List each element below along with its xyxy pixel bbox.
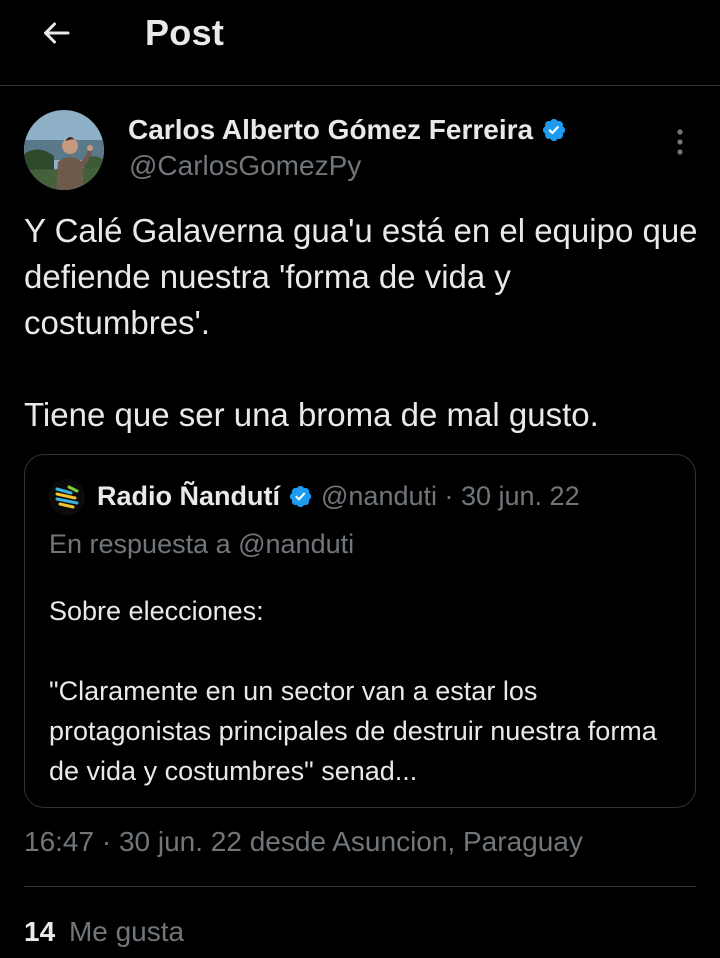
page-title: Post bbox=[145, 12, 225, 53]
tweet-timestamp[interactable]: 16:47 · 30 jun. 22 desde Asuncion, Parag… bbox=[24, 826, 583, 858]
quote-paragraph: "Claramente en un sector van a estar los… bbox=[49, 676, 657, 786]
author-handle[interactable]: @CarlosGomezPy bbox=[129, 150, 361, 182]
verified-badge-icon bbox=[289, 485, 312, 508]
likes-label: Me gusta bbox=[68, 916, 185, 947]
quote-text: Sobre elecciones: "Claramente en un sect… bbox=[49, 591, 679, 791]
back-button[interactable] bbox=[36, 13, 76, 53]
author-name[interactable]: Carlos Alberto Gómez Ferreira bbox=[128, 114, 567, 146]
top-bar: Post bbox=[0, 0, 720, 86]
arrow-left-icon bbox=[44, 22, 70, 44]
tweet-text: Y Calé Galaverna gua'u está en el equipo… bbox=[24, 208, 704, 438]
likes-stat[interactable]: 14 Me gusta bbox=[24, 916, 184, 948]
tweet-paragraph: Y Calé Galaverna gua'u está en el equipo… bbox=[24, 212, 698, 341]
divider bbox=[24, 886, 696, 887]
more-options-button[interactable] bbox=[664, 126, 696, 158]
quote-avatar bbox=[49, 479, 85, 515]
more-vertical-icon bbox=[677, 129, 683, 155]
quote-author-name: Radio Ñandutí bbox=[97, 481, 280, 511]
author-avatar[interactable] bbox=[24, 110, 104, 190]
quote-handle-date: @nanduti · 30 jun. 22 bbox=[321, 481, 580, 511]
quote-reply-to: En respuesta a @nanduti bbox=[49, 529, 355, 559]
likes-count: 14 bbox=[24, 916, 56, 947]
quote-header: Radio Ñandutí @nanduti · 30 jun. 22 bbox=[97, 481, 580, 512]
quote-paragraph: Sobre elecciones: bbox=[49, 596, 264, 626]
author-name-text: Carlos Alberto Gómez Ferreira bbox=[128, 114, 534, 145]
quoted-tweet[interactable]: Radio Ñandutí @nanduti · 30 jun. 22 En r… bbox=[24, 454, 696, 808]
tweet-paragraph: Tiene que ser una broma de mal gusto. bbox=[24, 396, 599, 433]
verified-badge-icon bbox=[542, 118, 566, 142]
